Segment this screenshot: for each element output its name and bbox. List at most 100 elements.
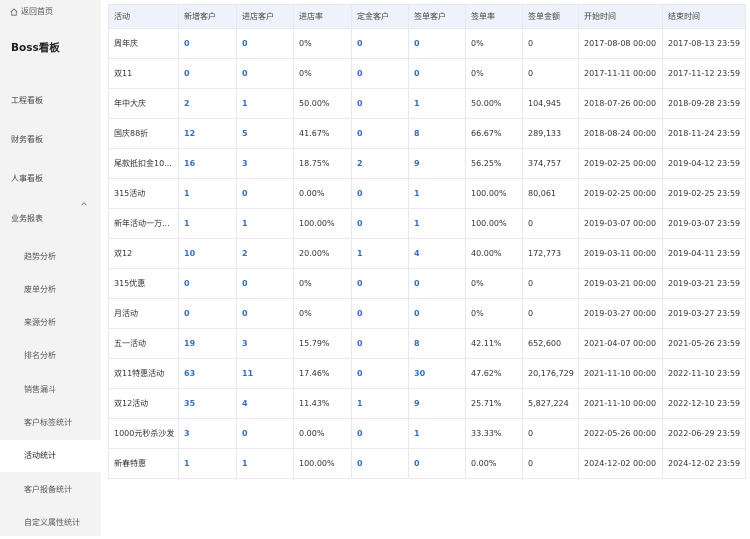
new-customers-cell[interactable]: 0 xyxy=(178,28,237,59)
deposit-customers-cell[interactable]: 1 xyxy=(351,388,409,419)
table-row: 1000元秒杀沙发 3 0 0.00% 0 1 33.33% 0 2022-05-26 00:0… xyxy=(108,418,746,449)
activity-name-cell: 新春特惠 xyxy=(108,448,179,479)
new-customers-cell[interactable]: 0 xyxy=(178,58,237,89)
deposit-customers-cell[interactable]: 0 xyxy=(351,358,409,389)
store-visit-rate-cell: 0.00% xyxy=(293,418,352,449)
deposit-customers-cell[interactable]: 0 xyxy=(351,178,409,209)
store-visit-customers-cell[interactable]: 0 xyxy=(236,268,294,299)
sub-item-activity-stats[interactable]: 活动统计 xyxy=(0,440,101,472)
signed-customers-cell[interactable]: 0 xyxy=(408,28,466,59)
deposit-customers-cell[interactable]: 2 xyxy=(351,148,409,179)
start-time-cell: 2021-11-10 00:00 xyxy=(578,358,663,389)
signed-customers-cell[interactable]: 8 xyxy=(408,328,466,359)
home-icon xyxy=(10,7,18,16)
new-customers-cell[interactable]: 10 xyxy=(178,238,237,269)
store-visit-customers-cell[interactable]: 3 xyxy=(236,328,294,359)
nav-item-hr[interactable]: 人事看板 xyxy=(11,173,43,184)
store-visit-customers-cell[interactable]: 3 xyxy=(236,148,294,179)
column-header: 活动 xyxy=(108,4,179,29)
start-time-cell: 2018-08-24 00:00 xyxy=(578,118,663,149)
store-visit-customers-cell[interactable]: 4 xyxy=(236,388,294,419)
signed-customers-cell[interactable]: 30 xyxy=(408,358,466,389)
sub-item-customer-report-stats[interactable]: 客户报备统计 xyxy=(0,474,101,506)
deposit-customers-cell[interactable]: 0 xyxy=(351,328,409,359)
sub-item-sales-funnel[interactable]: 销售漏斗 xyxy=(0,374,101,406)
sub-item-ranking-analysis[interactable]: 排名分析 xyxy=(0,340,101,372)
deposit-customers-cell[interactable]: 0 xyxy=(351,298,409,329)
new-customers-cell[interactable]: 1 xyxy=(178,448,237,479)
new-customers-cell[interactable]: 3 xyxy=(178,418,237,449)
nav-item-finance[interactable]: 财务看板 xyxy=(11,134,43,145)
signed-customers-cell[interactable]: 9 xyxy=(408,388,466,419)
sign-rate-cell: 0% xyxy=(465,298,523,329)
start-time-cell: 2022-05-26 00:00 xyxy=(578,418,663,449)
store-visit-customers-cell[interactable]: 1 xyxy=(236,88,294,119)
deposit-customers-cell[interactable]: 0 xyxy=(351,448,409,479)
store-visit-rate-cell: 15.79% xyxy=(293,328,352,359)
back-home-link[interactable]: 返回首页 xyxy=(10,6,53,17)
new-customers-cell[interactable]: 2 xyxy=(178,88,237,119)
signed-customers-cell[interactable]: 0 xyxy=(408,268,466,299)
new-customers-cell[interactable]: 63 xyxy=(178,358,237,389)
sub-item-label: 来源分析 xyxy=(24,318,56,327)
store-visit-customers-cell[interactable]: 0 xyxy=(236,58,294,89)
store-visit-customers-cell[interactable]: 0 xyxy=(236,28,294,59)
store-visit-customers-cell[interactable]: 1 xyxy=(236,208,294,239)
store-visit-customers-cell[interactable]: 11 xyxy=(236,358,294,389)
deposit-customers-cell[interactable]: 0 xyxy=(351,88,409,119)
deposit-customers-cell[interactable]: 0 xyxy=(351,118,409,149)
sidebar: 返回首页 Boss看板 工程看板 财务看板 人事看板 业务报表 趋势分析 废单分… xyxy=(0,0,101,536)
sub-item-source-analysis[interactable]: 来源分析 xyxy=(0,307,101,339)
sub-item-label: 活动统计 xyxy=(24,451,56,460)
end-time-cell: 2018-11-24 23:59 xyxy=(662,118,746,149)
activity-name-cell: 315活动 xyxy=(108,178,179,209)
signed-customers-cell[interactable]: 1 xyxy=(408,88,466,119)
store-visit-customers-cell[interactable]: 2 xyxy=(236,238,294,269)
deposit-customers-cell[interactable]: 0 xyxy=(351,208,409,239)
signed-customers-cell[interactable]: 4 xyxy=(408,238,466,269)
new-customers-cell[interactable]: 12 xyxy=(178,118,237,149)
signed-customers-cell[interactable]: 1 xyxy=(408,208,466,239)
signed-customers-cell[interactable]: 9 xyxy=(408,148,466,179)
signed-customers-cell[interactable]: 1 xyxy=(408,418,466,449)
store-visit-rate-cell: 0% xyxy=(293,268,352,299)
table-row: 315活动 1 0 0.00% 0 1 100.00% 80,061 2019-02-25 00… xyxy=(108,178,746,209)
signed-customers-cell[interactable]: 0 xyxy=(408,58,466,89)
new-customers-cell[interactable]: 1 xyxy=(178,208,237,239)
deposit-customers-cell[interactable]: 0 xyxy=(351,268,409,299)
new-customers-cell[interactable]: 1 xyxy=(178,178,237,209)
sign-rate-cell: 50.00% xyxy=(465,88,523,119)
end-time-cell: 2019-03-21 23:59 xyxy=(662,268,746,299)
new-customers-cell[interactable]: 0 xyxy=(178,268,237,299)
new-customers-cell[interactable]: 35 xyxy=(178,388,237,419)
signed-customers-cell[interactable]: 1 xyxy=(408,178,466,209)
nav-item-business-reports[interactable]: 业务报表 xyxy=(11,213,43,224)
sub-item-label: 排名分析 xyxy=(24,351,56,360)
end-time-cell: 2017-11-12 23:59 xyxy=(662,58,746,89)
sign-rate-cell: 40.00% xyxy=(465,238,523,269)
store-visit-customers-cell[interactable]: 0 xyxy=(236,298,294,329)
sub-item-custom-attribute-stats[interactable]: 自定义属性统计 xyxy=(0,507,101,539)
sub-item-trend-analysis[interactable]: 趋势分析 xyxy=(0,241,101,273)
signed-customers-cell[interactable]: 0 xyxy=(408,298,466,329)
store-visit-customers-cell[interactable]: 1 xyxy=(236,448,294,479)
deposit-customers-cell[interactable]: 0 xyxy=(351,418,409,449)
new-customers-cell[interactable]: 19 xyxy=(178,328,237,359)
signed-customers-cell[interactable]: 0 xyxy=(408,448,466,479)
sub-item-void-analysis[interactable]: 废单分析 xyxy=(0,274,101,306)
store-visit-customers-cell[interactable]: 0 xyxy=(236,178,294,209)
new-customers-cell[interactable]: 0 xyxy=(178,298,237,329)
deposit-customers-cell[interactable]: 0 xyxy=(351,58,409,89)
store-visit-customers-cell[interactable]: 0 xyxy=(236,418,294,449)
chevron-up-icon[interactable] xyxy=(80,200,88,208)
deposit-customers-cell[interactable]: 1 xyxy=(351,238,409,269)
signed-customers-cell[interactable]: 8 xyxy=(408,118,466,149)
new-customers-cell[interactable]: 16 xyxy=(178,148,237,179)
sign-amount-cell: 0 xyxy=(522,298,579,329)
deposit-customers-cell[interactable]: 0 xyxy=(351,28,409,59)
sub-item-customer-tag-stats[interactable]: 客户标签统计 xyxy=(0,407,101,439)
nav-item-engineering[interactable]: 工程看板 xyxy=(11,95,43,106)
start-time-cell: 2019-03-21 00:00 xyxy=(578,268,663,299)
store-visit-customers-cell[interactable]: 5 xyxy=(236,118,294,149)
sign-amount-cell: 104,945 xyxy=(522,88,579,119)
